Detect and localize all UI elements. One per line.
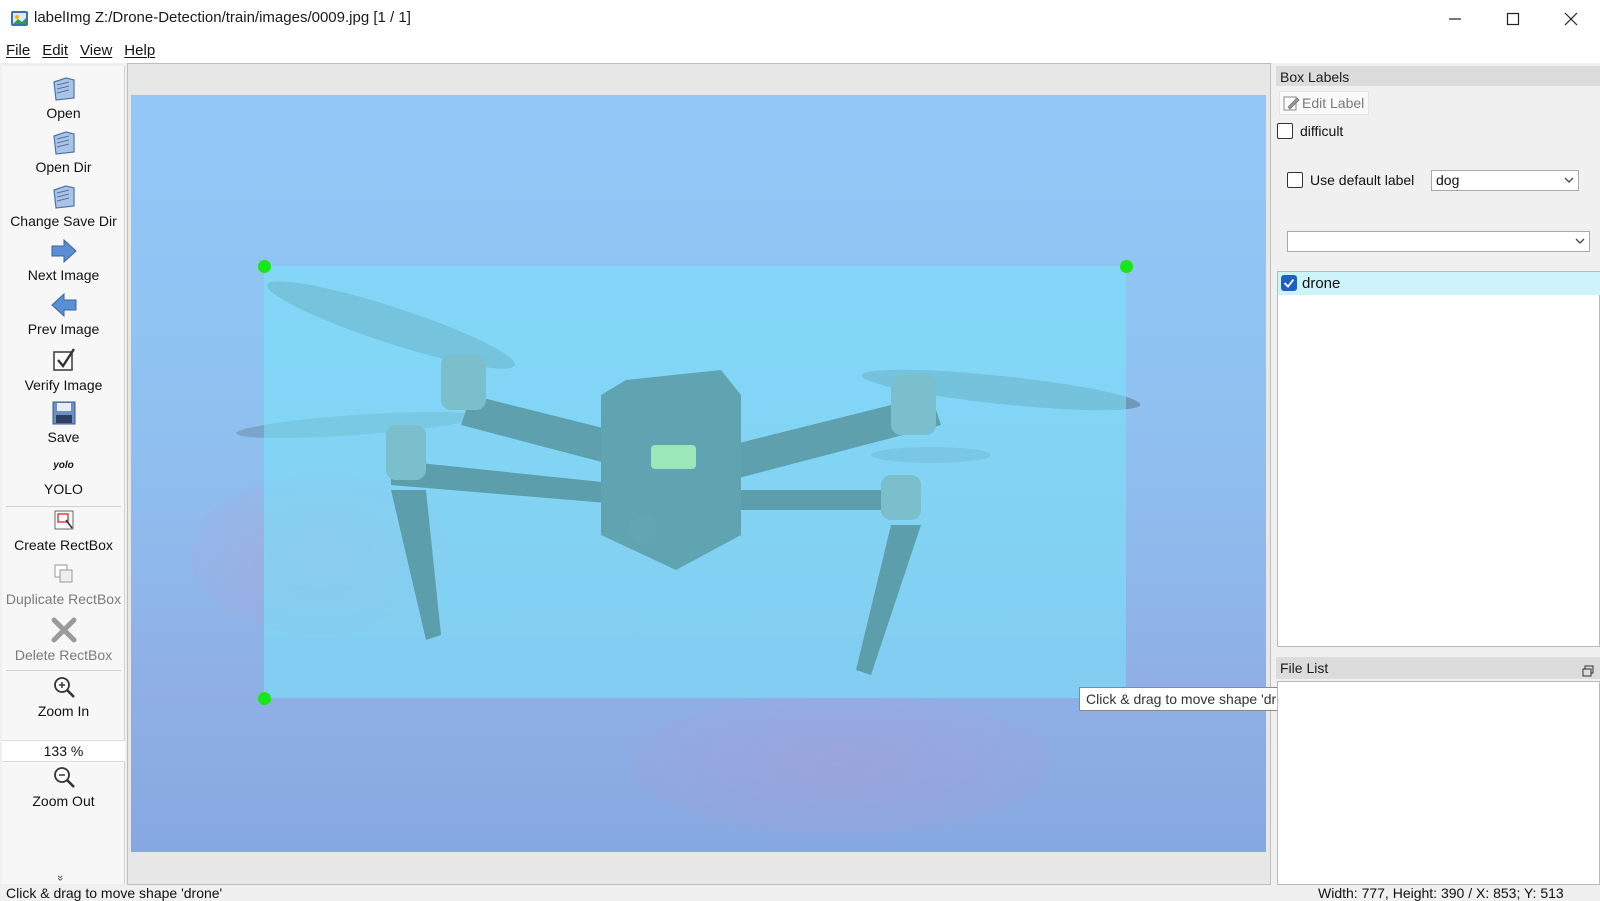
bounding-box-drone[interactable] xyxy=(264,266,1126,698)
create-rectbox-button[interactable]: Create RectBox xyxy=(2,508,125,553)
label-list[interactable]: drone xyxy=(1277,271,1600,647)
format-yolo-button[interactable]: yolo YOLO xyxy=(2,460,125,497)
create-rectbox-label: Create RectBox xyxy=(14,537,113,553)
image-canvas[interactable] xyxy=(131,95,1266,852)
menu-help-accel: H xyxy=(124,41,136,59)
use-default-label-text: Use default label xyxy=(1310,172,1415,188)
delete-x-icon xyxy=(51,617,76,643)
save-button[interactable]: Save xyxy=(2,400,125,445)
menu-help-rest: elp xyxy=(135,41,156,59)
prev-image-button[interactable]: Prev Image xyxy=(2,292,125,337)
folder-open-icon xyxy=(52,185,75,209)
menu-file-rest: ile xyxy=(15,41,31,59)
default-label-select[interactable]: dog xyxy=(1431,170,1579,191)
zoom-value-field[interactable]: 133 % xyxy=(2,740,125,762)
minimize-button[interactable] xyxy=(1426,0,1484,37)
checkbox-verify-icon xyxy=(52,348,75,371)
chevron-down-icon xyxy=(1575,232,1585,256)
open-dir-label: Open Dir xyxy=(35,159,92,175)
close-icon xyxy=(1564,12,1578,25)
title-bar: labelImg Z:/Drone-Detection/train/images… xyxy=(0,0,1600,37)
arrow-right-icon xyxy=(51,238,77,264)
label-visibility-checkbox[interactable] xyxy=(1281,275,1297,291)
next-image-label: Next Image xyxy=(27,267,100,283)
minimize-icon xyxy=(1449,17,1461,20)
bbox-handle-top-left[interactable] xyxy=(258,260,271,273)
menu-edit[interactable]: Edit xyxy=(42,42,68,59)
arrow-left-icon xyxy=(50,292,76,318)
duplicate-icon xyxy=(54,564,72,583)
menu-view[interactable]: View xyxy=(80,42,112,59)
verify-image-button[interactable]: Verify Image xyxy=(2,346,125,393)
open-label: Open xyxy=(46,105,81,121)
difficult-label: difficult xyxy=(1300,123,1344,139)
menu-help[interactable]: Help xyxy=(124,42,155,59)
toolbar-separator xyxy=(6,506,121,507)
menu-edit-rest: dit xyxy=(52,41,69,59)
change-save-dir-button[interactable]: Change Save Dir xyxy=(2,184,125,229)
undock-icon[interactable] xyxy=(1582,661,1594,677)
toolbar-separator xyxy=(6,670,121,671)
maximize-icon xyxy=(1506,12,1520,25)
window-title: labelImg Z:/Drone-Detection/train/images… xyxy=(34,9,411,26)
check-icon xyxy=(1283,278,1295,288)
zoom-out-icon xyxy=(53,767,75,788)
label-list-item[interactable]: drone xyxy=(1278,272,1600,295)
menu-view-accel: V xyxy=(80,41,90,59)
floppy-disk-icon xyxy=(52,401,75,425)
folder-open-icon xyxy=(52,131,75,155)
edit-label-text: Edit Label xyxy=(1302,95,1365,111)
zoom-in-icon xyxy=(53,677,75,698)
change-save-dir-label: Change Save Dir xyxy=(10,213,117,229)
file-list-title: File List xyxy=(1276,657,1600,679)
delete-rectbox-label: Delete RectBox xyxy=(14,647,113,663)
format-label: YOLO xyxy=(44,481,83,497)
status-message: Click & drag to move shape 'drone' xyxy=(6,885,223,901)
edit-label-button[interactable]: Edit Label xyxy=(1279,91,1369,115)
menu-file[interactable]: File xyxy=(6,42,30,59)
zoom-out-button[interactable]: Zoom Out xyxy=(2,764,125,809)
close-button[interactable] xyxy=(1542,0,1600,37)
menu-file-accel: F xyxy=(6,41,16,59)
prev-image-label: Prev Image xyxy=(27,321,100,337)
default-label-value: dog xyxy=(1436,172,1460,188)
status-image-info: Width: 777, Height: 390 / X: 853; Y: 513 xyxy=(1318,885,1564,901)
left-toolbar: Open Open Dir Change Save Dir Next Image… xyxy=(2,66,125,884)
create-rectbox-icon xyxy=(54,510,73,530)
menu-view-rest: iew xyxy=(89,41,113,59)
menu-edit-accel: E xyxy=(42,41,53,59)
label-name: drone xyxy=(1302,275,1341,292)
chevron-down-icon xyxy=(1564,171,1574,195)
duplicate-rectbox-label: Duplicate RectBox xyxy=(5,591,122,607)
label-filter-combo[interactable] xyxy=(1287,231,1590,252)
difficult-checkbox[interactable] xyxy=(1277,123,1293,139)
open-dir-button[interactable]: Open Dir xyxy=(2,130,125,175)
edit-pencil-icon xyxy=(1283,96,1300,111)
labelimg-app-icon xyxy=(11,11,28,26)
duplicate-rectbox-button[interactable]: Duplicate RectBox xyxy=(2,562,125,607)
open-button[interactable]: Open xyxy=(2,76,125,121)
bbox-handle-bottom-left[interactable] xyxy=(258,692,271,705)
yolo-icon: yolo xyxy=(53,460,74,471)
save-label: Save xyxy=(47,429,80,445)
status-bar: Click & drag to move shape 'drone' Width… xyxy=(0,885,1600,901)
box-labels-title: Box Labels xyxy=(1276,66,1600,88)
menu-bar: File Edit View Help xyxy=(0,37,1600,63)
move-shape-tooltip: Click & drag to move shape 'drone' xyxy=(1079,687,1310,711)
file-list[interactable] xyxy=(1277,681,1600,885)
maximize-button[interactable] xyxy=(1484,0,1542,37)
next-image-button[interactable]: Next Image xyxy=(2,238,125,283)
zoom-in-label: Zoom In xyxy=(37,703,90,719)
folder-open-icon xyxy=(52,77,75,101)
use-default-label-checkbox[interactable] xyxy=(1287,172,1303,188)
toolbar-extension-chevron-icon[interactable]: » xyxy=(54,875,66,881)
zoom-in-button[interactable]: Zoom In xyxy=(2,674,125,719)
delete-rectbox-button[interactable]: Delete RectBox xyxy=(2,616,125,663)
file-list-title-text: File List xyxy=(1280,660,1329,676)
bbox-handle-top-right[interactable] xyxy=(1120,260,1133,273)
verify-image-label: Verify Image xyxy=(24,377,103,393)
zoom-out-label: Zoom Out xyxy=(32,793,95,809)
